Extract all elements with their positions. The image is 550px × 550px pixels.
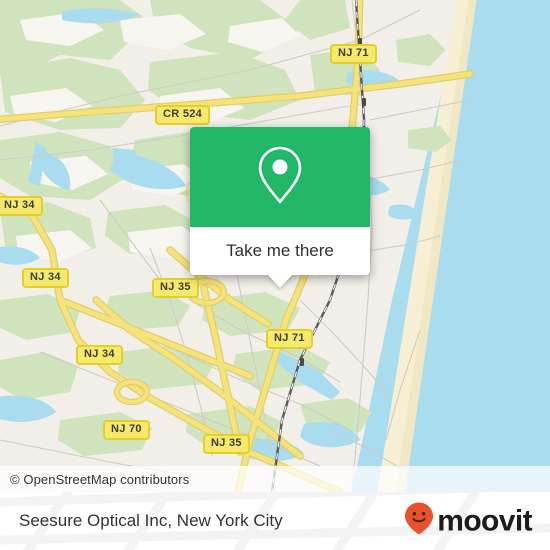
place-card-pointer-tail <box>267 274 293 288</box>
route-shield-nj34-south: NJ 34 <box>76 345 123 365</box>
map-canvas[interactable]: NJ 71 CR 524 NJ 34 NJ 34 NJ 34 NJ 35 NJ … <box>0 0 550 492</box>
route-shield-nj71-north: NJ 71 <box>330 44 377 64</box>
place-card-header <box>190 127 370 227</box>
route-shield-cr524: CR 524 <box>155 105 211 125</box>
osm-attribution-text[interactable]: © OpenStreetMap contributors <box>10 472 189 487</box>
route-shield-nj34-west-edge: NJ 34 <box>0 196 43 216</box>
route-shield-nj35-mid: NJ 35 <box>152 278 199 298</box>
moovit-map-screenshot: NJ 71 CR 524 NJ 34 NJ 34 NJ 34 NJ 35 NJ … <box>0 0 550 550</box>
route-shield-nj35-south: NJ 35 <box>203 434 250 454</box>
moovit-logo[interactable]: moovit <box>404 502 533 541</box>
place-title: Seesure Optical Inc, New York City <box>19 511 283 530</box>
take-me-there-button[interactable]: Take me there <box>190 227 370 275</box>
route-shield-nj34-mid: NJ 34 <box>22 268 69 288</box>
place-card-popup[interactable]: Take me there <box>190 127 370 288</box>
map-attribution-bar: © OpenStreetMap contributors <box>0 466 550 492</box>
moovit-smiley-pin-icon <box>404 502 434 541</box>
take-me-there-label: Take me there <box>226 241 334 260</box>
route-shield-nj70: NJ 70 <box>103 420 150 440</box>
moovit-wordmark: moovit <box>437 504 532 537</box>
route-shield-nj71-south: NJ 71 <box>266 329 313 349</box>
map-pin-outline-icon <box>254 144 306 211</box>
footer-bar: Seesure Optical Inc, New York City moovi… <box>0 492 550 550</box>
